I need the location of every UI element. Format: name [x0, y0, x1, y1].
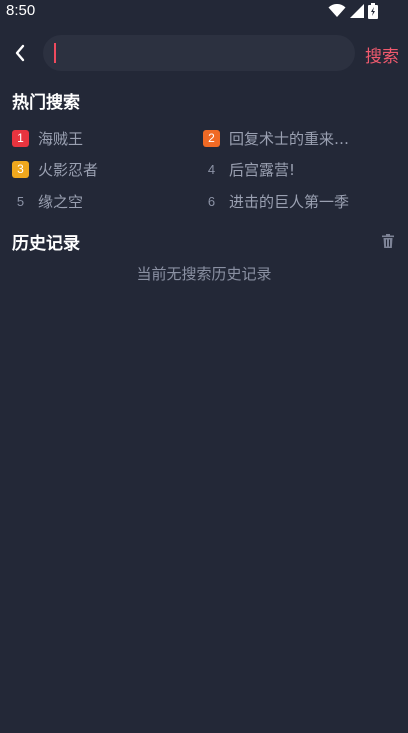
empty-history-text: 当前无搜索历史记录: [136, 265, 272, 283]
status-bar: 8:50: [0, 0, 408, 24]
hot-search-item[interactable]: 3 火影忍者: [12, 153, 98, 185]
rank-badge: 3: [12, 160, 29, 178]
status-icons: [328, 3, 378, 19]
rank-number: 6: [207, 193, 216, 209]
search-header: 搜索: [0, 34, 408, 72]
cellular-signal-icon: [350, 4, 364, 18]
status-time: 8:50: [6, 2, 36, 19]
hot-search-label: 火影忍者: [38, 160, 99, 179]
back-button[interactable]: [8, 38, 32, 68]
hot-search-label: 缘之空: [38, 192, 84, 211]
text-caret: [54, 43, 56, 63]
hot-search-item[interactable]: 5 缘之空: [12, 185, 83, 217]
hot-search-item[interactable]: 1 海贼王: [12, 122, 83, 154]
hot-search-label: 后宫露营!: [229, 160, 296, 179]
hot-search-label: 海贼王: [38, 129, 84, 148]
hot-search-item[interactable]: 4 后宫露营!: [203, 153, 295, 185]
rank-badge: 1: [12, 129, 29, 147]
hot-search-item[interactable]: 2 回复术士的重来…: [203, 122, 349, 154]
rank-number: 5: [16, 193, 25, 209]
chevron-left-icon: [15, 44, 25, 62]
history-title: 历史记录: [12, 234, 80, 254]
trash-icon: [382, 234, 394, 248]
hot-search-label: 进击的巨人第一季: [229, 192, 350, 211]
hot-search-title: 热门搜索: [12, 93, 80, 113]
wifi-icon: [328, 4, 346, 18]
search-button[interactable]: 搜索: [365, 42, 399, 67]
rank-badge: 2: [203, 129, 220, 147]
clear-history-button[interactable]: [382, 233, 396, 248]
hot-search-item[interactable]: 6 进击的巨人第一季: [203, 185, 349, 217]
search-input[interactable]: [53, 43, 355, 63]
search-box[interactable]: [43, 35, 355, 71]
rank-number: 4: [207, 161, 216, 177]
hot-search-label: 回复术士的重来…: [229, 129, 350, 148]
battery-charging-icon: [368, 3, 378, 19]
